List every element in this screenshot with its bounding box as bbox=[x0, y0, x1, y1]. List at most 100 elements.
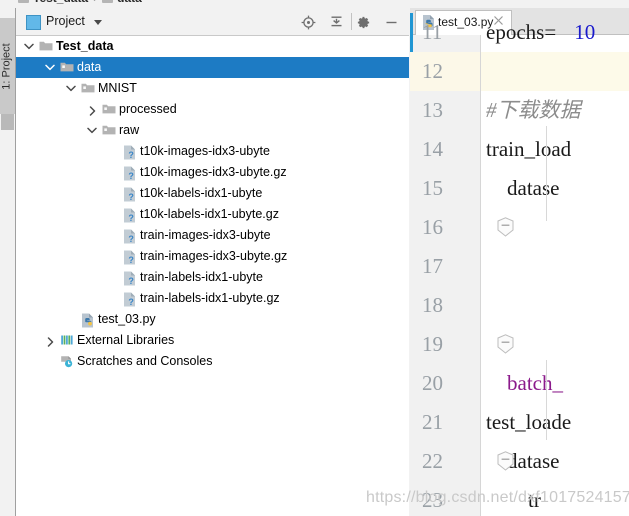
code-line-12[interactable]: 12 bbox=[410, 52, 629, 91]
tree-row-label: t10k-labels-idx1-ubyte.gz bbox=[140, 207, 279, 221]
tree-row-train-images-idx3-ubyte-gz[interactable]: ? train-images-idx3-ubyte.gz bbox=[16, 246, 409, 267]
tree-row-label: t10k-labels-idx1-ubyte bbox=[140, 186, 263, 200]
folder-icon bbox=[38, 36, 54, 57]
code-text: batch_ bbox=[486, 371, 563, 395]
indent-guide-1 bbox=[546, 126, 547, 221]
tree-row-label: t10k-images-idx3-ubyte.gz bbox=[140, 165, 287, 179]
unknown-file-icon: ? bbox=[122, 288, 138, 309]
chevron-down-icon[interactable] bbox=[64, 78, 78, 99]
libraries-icon bbox=[59, 330, 75, 351]
code-fold-marker-19[interactable] bbox=[497, 334, 514, 354]
code-text: datase bbox=[486, 176, 560, 200]
unknown-file-icon: ? bbox=[122, 246, 138, 267]
project-panel-title[interactable]: Project bbox=[46, 14, 85, 28]
code-line-16[interactable]: 16 bbox=[410, 208, 629, 247]
chevron-right-icon[interactable] bbox=[85, 99, 99, 120]
breadcrumb-item-0[interactable]: Test_data bbox=[33, 0, 88, 5]
tree-row-train-labels-idx1-ubyte[interactable]: ? train-labels-idx1-ubyte bbox=[16, 267, 409, 288]
project-window-icon bbox=[26, 15, 41, 30]
line-number: 22 bbox=[422, 449, 443, 473]
python-file-icon bbox=[80, 309, 96, 330]
tree-row-train-labels-idx1-ubyte-gz[interactable]: ? train-labels-idx1-ubyte.gz bbox=[16, 288, 409, 309]
code-line-17[interactable]: 17 bbox=[410, 247, 629, 286]
unknown-file-icon: ? bbox=[122, 267, 138, 288]
breadcrumb-folder-icon bbox=[18, 0, 29, 3]
chevron-down-icon[interactable] bbox=[85, 120, 99, 141]
code-fold-marker-22[interactable] bbox=[497, 451, 514, 471]
tree-row-label: train-labels-idx1-ubyte bbox=[140, 270, 263, 284]
code-line-22[interactable]: 22 datase bbox=[410, 442, 629, 481]
code-line-18[interactable]: 18 bbox=[410, 286, 629, 325]
breadcrumb: Test_data › data bbox=[0, 0, 629, 8]
code-line-20[interactable]: 20 batch_ bbox=[410, 364, 629, 403]
tree-row-label: Test_data bbox=[56, 39, 114, 53]
line-number: 13 bbox=[422, 98, 443, 122]
left-tool-strip: 1: Project bbox=[0, 8, 16, 516]
svg-text:?: ? bbox=[128, 297, 134, 307]
chevron-right-icon[interactable] bbox=[43, 330, 57, 351]
code-editor[interactable]: 11 epochs= 10 12 13 #下载数据 14 train_load 15 datas… bbox=[410, 13, 629, 516]
tree-row-data[interactable]: data bbox=[16, 57, 409, 78]
breadcrumb-item-1[interactable]: data bbox=[117, 0, 142, 5]
line-number: 17 bbox=[422, 254, 443, 278]
tree-row-test-data[interactable]: Test_data bbox=[16, 36, 409, 57]
scratches-icon bbox=[59, 351, 75, 372]
minimize-icon[interactable] bbox=[379, 8, 403, 35]
line-number: 18 bbox=[422, 293, 443, 317]
chevron-down-icon[interactable] bbox=[43, 57, 57, 78]
tree-row-label: t10k-images-idx3-ubyte bbox=[140, 144, 270, 158]
collapse-all-icon[interactable] bbox=[324, 8, 348, 35]
unknown-file-icon: ? bbox=[122, 162, 138, 183]
left-strip-stub bbox=[1, 114, 14, 130]
svg-text:?: ? bbox=[128, 192, 134, 202]
tree-row-test-03-py[interactable]: test_03.py bbox=[16, 309, 409, 330]
line-number: 16 bbox=[422, 215, 443, 239]
unknown-file-icon: ? bbox=[122, 225, 138, 246]
line-number: 21 bbox=[422, 410, 443, 434]
chevron-down-icon[interactable] bbox=[22, 36, 36, 57]
tree-row-processed[interactable]: processed bbox=[16, 99, 409, 120]
locate-target-icon[interactable] bbox=[297, 8, 321, 35]
tree-row-scratches-and-consoles[interactable]: Scratches and Consoles bbox=[16, 351, 409, 372]
project-panel-header: Project bbox=[16, 8, 409, 36]
tree-row-label: data bbox=[77, 60, 102, 74]
svg-text:?: ? bbox=[128, 150, 134, 160]
line-number: 15 bbox=[422, 176, 443, 200]
project-tree[interactable]: Test_data data MNIST processed raw? t10k-imag… bbox=[16, 36, 409, 516]
tree-row-mnist[interactable]: MNIST bbox=[16, 78, 409, 99]
folder-module-icon bbox=[80, 78, 96, 99]
tree-row-label: raw bbox=[119, 123, 140, 137]
code-line-21[interactable]: 21 test_loade bbox=[410, 403, 629, 442]
line-number: 14 bbox=[422, 137, 443, 161]
tool-window-button-label: 1: Project bbox=[0, 43, 13, 90]
chevron-down-icon[interactable] bbox=[94, 20, 102, 25]
breadcrumb-folder-icon-2 bbox=[102, 0, 114, 3]
tree-row-label: processed bbox=[119, 102, 177, 116]
gear-icon[interactable] bbox=[352, 8, 376, 35]
tree-row-external-libraries[interactable]: External Libraries bbox=[16, 330, 409, 351]
code-fold-marker-16[interactable] bbox=[497, 217, 514, 237]
code-line-11[interactable]: 11 epochs= 10 bbox=[410, 13, 629, 52]
line-number: 12 bbox=[422, 59, 443, 83]
code-line-19[interactable]: 19 bbox=[410, 325, 629, 364]
line-number: 11 bbox=[422, 20, 443, 44]
breadcrumb-separator: › bbox=[93, 0, 97, 5]
tree-row-train-images-idx3-ubyte[interactable]: ? train-images-idx3-ubyte bbox=[16, 225, 409, 246]
project-panel-toolbar bbox=[297, 8, 403, 35]
code-line-14[interactable]: 14 train_load bbox=[410, 130, 629, 169]
project-tool-window: Project Test_data data MNIST processed r… bbox=[16, 8, 409, 516]
code-line-15[interactable]: 15 datase bbox=[410, 169, 629, 208]
code-line-13[interactable]: 13 #下载数据 bbox=[410, 91, 629, 130]
tree-row-raw[interactable]: raw bbox=[16, 120, 409, 141]
code-text: test_loade bbox=[486, 410, 572, 434]
tree-row-t10k-labels-idx1-ubyte-gz[interactable]: ? t10k-labels-idx1-ubyte.gz bbox=[16, 204, 409, 225]
tree-row-label: External Libraries bbox=[77, 333, 175, 347]
tree-row-label: test_03.py bbox=[98, 312, 156, 326]
tool-window-button-project[interactable]: 1: Project bbox=[0, 18, 15, 114]
tree-row-t10k-labels-idx1-ubyte[interactable]: ? t10k-labels-idx1-ubyte bbox=[16, 183, 409, 204]
code-text: #下载数据 bbox=[486, 98, 581, 122]
folder-module-icon bbox=[59, 57, 75, 78]
svg-text:?: ? bbox=[128, 234, 134, 244]
tree-row-t10k-images-idx3-ubyte[interactable]: ? t10k-images-idx3-ubyte bbox=[16, 141, 409, 162]
tree-row-t10k-images-idx3-ubyte-gz[interactable]: ? t10k-images-idx3-ubyte.gz bbox=[16, 162, 409, 183]
